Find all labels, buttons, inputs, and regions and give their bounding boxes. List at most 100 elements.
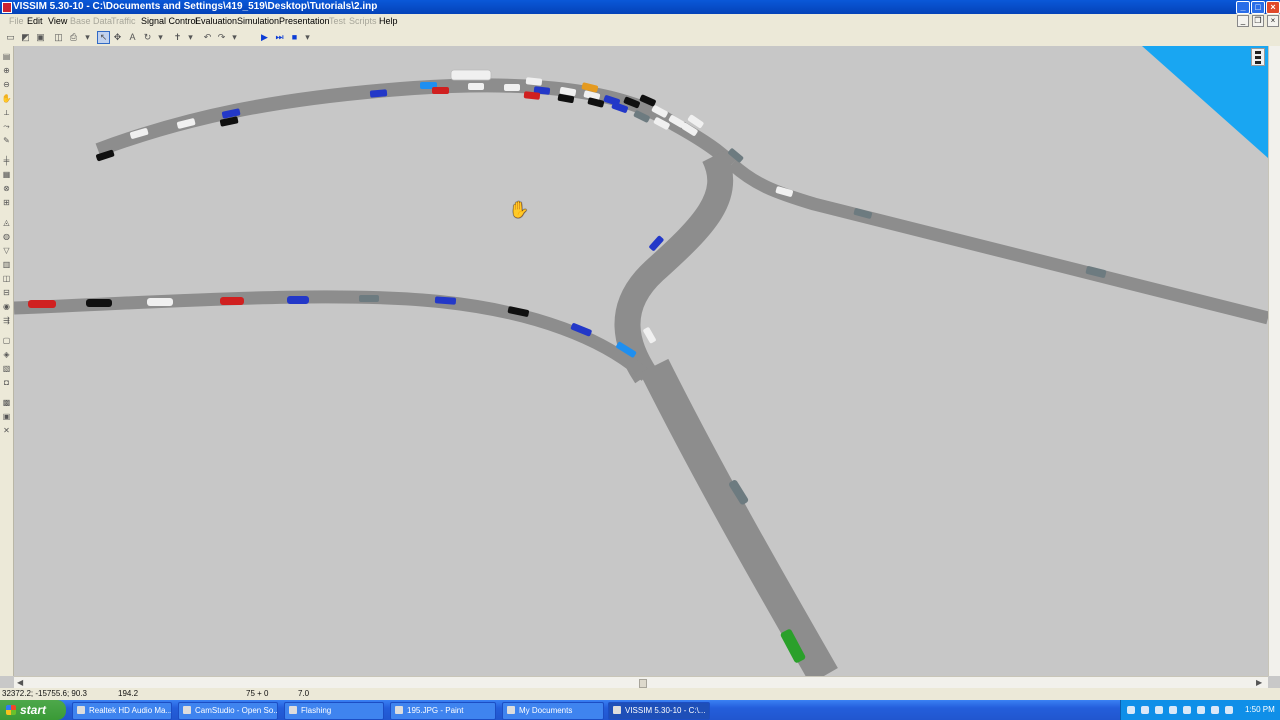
network-view[interactable] [14,46,1268,676]
menu-edit[interactable]: Edit [27,16,43,26]
camstudio-tray-icon[interactable] [1211,706,1219,714]
data-collection-tool-icon[interactable]: ◉ [1,302,12,311]
pedestrian-icon[interactable]: ✝ [172,32,183,43]
print-icon[interactable]: ⎙ [68,32,79,43]
node-tool-icon[interactable]: ◈ [1,350,12,359]
volume-tray-icon[interactable] [1169,706,1177,714]
scroll-right-icon[interactable]: ▶ [1256,678,1262,687]
scroll-left-icon[interactable]: ◀ [17,678,23,687]
static-object-tool-icon[interactable]: ▣ [1,412,12,421]
paint-icon [395,706,403,714]
vehicle [369,89,388,98]
vertical-scrollbar[interactable] [1268,46,1280,676]
connector-tool-icon[interactable]: ✎ [1,136,12,145]
mdi-restore-button[interactable]: ❐ [1252,15,1264,27]
save-icon[interactable]: ▣ [35,32,46,43]
traffic-signal-icon [1251,48,1265,66]
3d-object-tool-icon[interactable]: ✕ [1,426,12,435]
undo-icon[interactable]: ↶ [202,32,213,43]
queue-counter-tool-icon[interactable]: ▢ [1,336,12,345]
update-tray-icon[interactable] [1225,706,1233,714]
mdi-minimize-button[interactable]: _ [1237,15,1249,27]
stop-icon[interactable]: ■ [289,32,300,43]
text-icon[interactable]: A [127,32,138,43]
background-tool-icon[interactable]: ▩ [1,398,12,407]
close-button[interactable]: × [1266,1,1280,14]
network-editor-canvas[interactable]: ✋ [14,46,1268,676]
signal-head-tool-icon[interactable]: ╪ [1,156,12,165]
taskbar-item-vissim[interactable]: VISSIM 5.30-10 - C:\... [608,702,710,720]
transit-line-tool-icon[interactable]: ⊟ [1,288,12,297]
menu-signal-control[interactable]: Signal Control [141,16,198,26]
detector-tool-icon[interactable]: ▦ [1,170,12,179]
taskbar-item-my-documents[interactable]: My Documents [502,702,604,720]
start-button[interactable]: start [0,700,66,720]
menu-presentation[interactable]: Presentation [279,16,330,26]
menu-base-data[interactable]: Base Data [70,16,112,26]
menu-test[interactable]: Test [329,16,346,26]
parking-tool-icon[interactable]: ▥ [1,260,12,269]
taskbar-item-realtek[interactable]: Realtek HD Audio Ma... [72,702,172,720]
road-link-connector-curve[interactable] [614,150,734,384]
dropdown-icon[interactable]: ▾ [155,32,166,43]
scrollbar-thumb[interactable] [639,679,647,688]
menu-file[interactable]: File [9,16,24,26]
maximize-button[interactable]: □ [1251,1,1265,14]
vissim-icon [613,706,621,714]
menu-evaluation[interactable]: Evaluation [195,16,237,26]
dropdown-icon[interactable]: ▾ [82,32,93,43]
area-tool-icon[interactable]: ▧ [1,364,12,373]
reduced-speed-tool-icon[interactable]: ◍ [1,232,12,241]
step-icon[interactable]: ⏭ [274,32,285,43]
transit-stop-tool-icon[interactable]: ◫ [1,274,12,283]
road-link-west[interactable] [14,290,651,381]
road-link-south[interactable] [639,358,838,676]
print-preview-icon[interactable]: ◫ [53,32,64,43]
vehicle [86,299,112,307]
camera-tool-icon[interactable]: ◘ [1,378,12,387]
menu-scripts[interactable]: Scripts [349,16,377,26]
taskbar-item-flashing[interactable]: Flashing [284,702,384,720]
priority-rule-tool-icon[interactable]: ⊞ [1,198,12,207]
security-tray-icon[interactable] [1197,706,1205,714]
stop-sign-tool-icon[interactable]: ⊗ [1,184,12,193]
zoom-icon[interactable]: ✥ [112,32,123,43]
status-coordinates: 32372.2; -15755.6; 90.3 [2,689,87,698]
zoom-out-tool-icon[interactable]: ⊖ [1,80,12,89]
status-sim-time: 194.2 [118,689,139,698]
routes-tool-icon[interactable]: ⤳ [1,122,12,131]
vehicle-bus [450,69,492,81]
search-tray-icon[interactable] [1155,706,1163,714]
redo-icon[interactable]: ↷ [216,32,227,43]
taskbar-item-paint[interactable]: 195.JPG - Paint [390,702,496,720]
open-icon[interactable]: ◩ [20,32,31,43]
select-icon[interactable]: ↖ [97,31,110,44]
help-tray-icon[interactable] [1127,706,1135,714]
rotate-icon[interactable]: ↻ [142,32,153,43]
mdi-close-button[interactable]: × [1267,15,1279,27]
road-link-east[interactable] [727,159,1268,325]
play-icon[interactable]: ▶ [259,32,270,43]
minimize-button[interactable]: _ [1236,1,1250,14]
dropdown-icon[interactable]: ▾ [302,32,313,43]
menu-traffic[interactable]: Traffic [111,16,136,26]
pan-tool-icon[interactable]: ✋ [1,94,12,103]
desired-speed-tool-icon[interactable]: ▽ [1,246,12,255]
display-tray-icon[interactable] [1183,706,1191,714]
taskbar-item-camstudio[interactable]: CamStudio - Open So... [178,702,278,720]
measure-tool-icon[interactable]: ⟂ [1,108,12,117]
conflict-area-tool-icon[interactable]: ◬ [1,218,12,227]
menu-simulation[interactable]: Simulation [237,16,279,26]
dropdown-icon[interactable]: ▾ [229,32,240,43]
menu-view[interactable]: View [48,16,67,26]
vehicle [28,300,56,308]
zoom-in-tool-icon[interactable]: ⊕ [1,66,12,75]
travel-time-tool-icon[interactable]: ⇶ [1,316,12,325]
menu-help[interactable]: Help [379,16,398,26]
hand-cursor-icon: ✋ [509,202,529,219]
network-tray-icon[interactable] [1141,706,1149,714]
dropdown-icon[interactable]: ▾ [185,32,196,43]
new-icon[interactable]: ▭ [5,32,16,43]
status-bar: 32372.2; -15755.6; 90.3 194.2 75 + 0 7.0 [0,688,1280,700]
links-tool-icon[interactable]: ▤ [1,52,12,61]
